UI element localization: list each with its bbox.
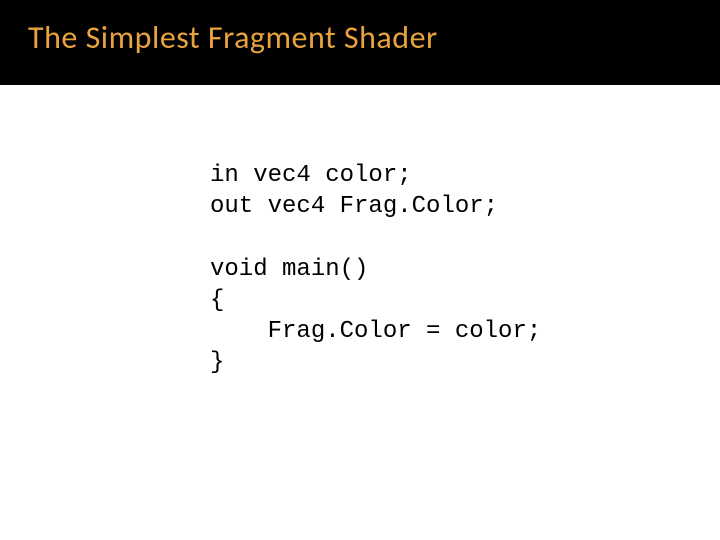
slide: The Simplest Fragment Shader in vec4 col… bbox=[0, 0, 720, 540]
code-line-5: { bbox=[210, 287, 224, 314]
code-line-1: in vec4 color; bbox=[210, 162, 412, 189]
code-line-6: Frag.Color = color; bbox=[210, 318, 541, 345]
title-bar: The Simplest Fragment Shader bbox=[0, 0, 720, 85]
code-line-7: } bbox=[210, 349, 224, 376]
slide-title: The Simplest Fragment Shader bbox=[28, 18, 720, 57]
code-line-4: void main() bbox=[210, 256, 368, 283]
code-line-2: out vec4 Frag.Color; bbox=[210, 193, 498, 220]
code-block: in vec4 color; out vec4 Frag.Color; void… bbox=[210, 160, 541, 378]
